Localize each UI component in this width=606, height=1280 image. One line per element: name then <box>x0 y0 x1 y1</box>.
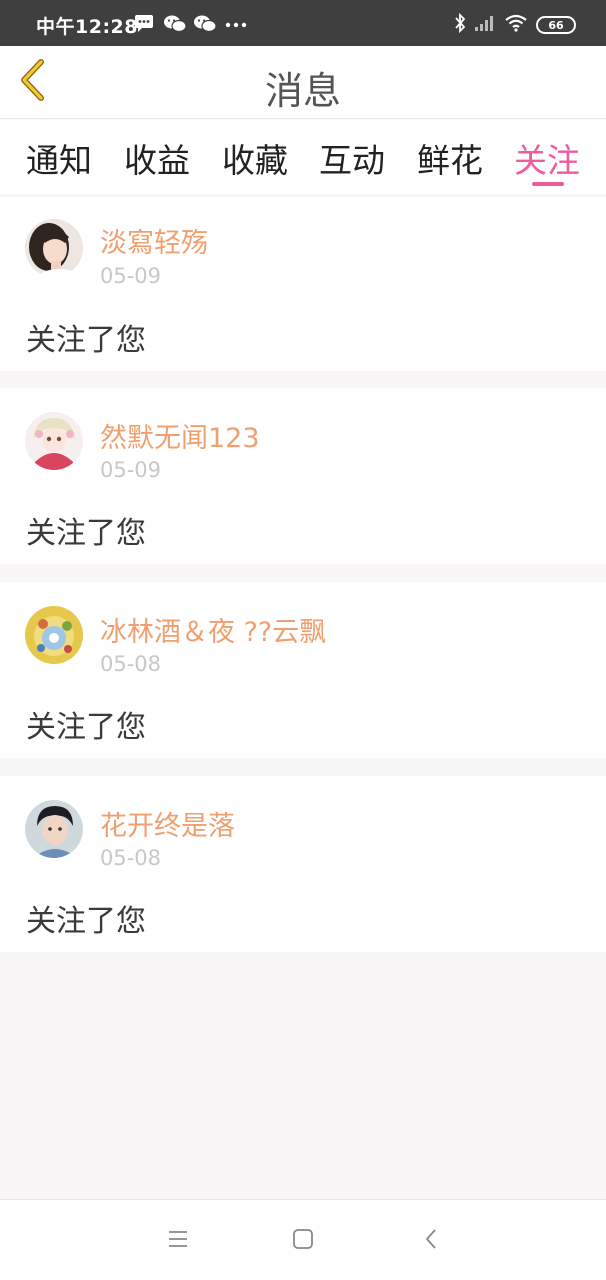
tab-bar: 通知 收益 收藏 互动 鲜花 关注 <box>0 120 606 194</box>
message-icon <box>134 14 154 32</box>
tab-notification[interactable]: 通知 <box>26 134 92 182</box>
tab-favorites[interactable]: 收藏 <box>222 134 288 182</box>
avatar[interactable] <box>25 606 83 664</box>
avatar[interactable] <box>25 800 83 858</box>
system-nav-bar <box>0 1199 606 1280</box>
menu-icon <box>167 1230 189 1252</box>
message-item[interactable]: 淡寫轻殇 05-09 关注了您 <box>0 197 606 371</box>
username[interactable]: 冰林酒＆夜 ??云飘 <box>100 610 326 649</box>
battery-icon: 66 <box>536 16 576 34</box>
message-date: 05-09 <box>100 264 162 288</box>
system-back-button[interactable] <box>416 1226 446 1256</box>
status-bar: 中午12:28 66 <box>0 0 606 46</box>
username[interactable]: 花开终是落 <box>100 804 235 843</box>
message-text: 关注了您 <box>26 904 146 939</box>
status-time: 中午12:28 <box>36 16 138 38</box>
tab-flowers[interactable]: 鲜花 <box>417 134 483 182</box>
home-square-icon <box>292 1228 314 1254</box>
home-button[interactable] <box>288 1226 318 1256</box>
tab-interaction[interactable]: 互动 <box>319 134 385 182</box>
bluetooth-icon <box>454 12 466 37</box>
username[interactable]: 淡寫轻殇 <box>100 221 208 260</box>
message-item[interactable]: 然默无闻123 05-09 关注了您 <box>0 388 606 564</box>
menu-button[interactable] <box>163 1226 193 1256</box>
wechat-icon <box>163 14 187 34</box>
username[interactable]: 然默无闻123 <box>100 416 260 455</box>
message-text: 关注了您 <box>26 516 146 551</box>
avatar[interactable] <box>25 412 83 470</box>
message-item[interactable]: 花开终是落 05-08 关注了您 <box>0 776 606 952</box>
active-tab-indicator <box>532 182 564 186</box>
tab-earnings[interactable]: 收益 <box>124 134 190 182</box>
wifi-icon <box>504 14 528 36</box>
message-text: 关注了您 <box>26 323 146 358</box>
back-arrow-icon <box>424 1228 438 1254</box>
message-date: 05-09 <box>100 458 162 482</box>
wechat-icon <box>193 14 217 34</box>
signal-icon <box>474 14 496 36</box>
more-dots-icon <box>225 22 247 28</box>
message-date: 05-08 <box>100 846 162 870</box>
header-bar: 消息 <box>0 46 606 119</box>
avatar[interactable] <box>25 219 83 277</box>
message-item[interactable]: 冰林酒＆夜 ??云飘 05-08 关注了您 <box>0 582 606 758</box>
page-title: 消息 <box>264 69 341 113</box>
message-text: 关注了您 <box>26 710 146 745</box>
tab-follow[interactable]: 关注 <box>514 134 580 182</box>
message-date: 05-08 <box>100 652 162 676</box>
